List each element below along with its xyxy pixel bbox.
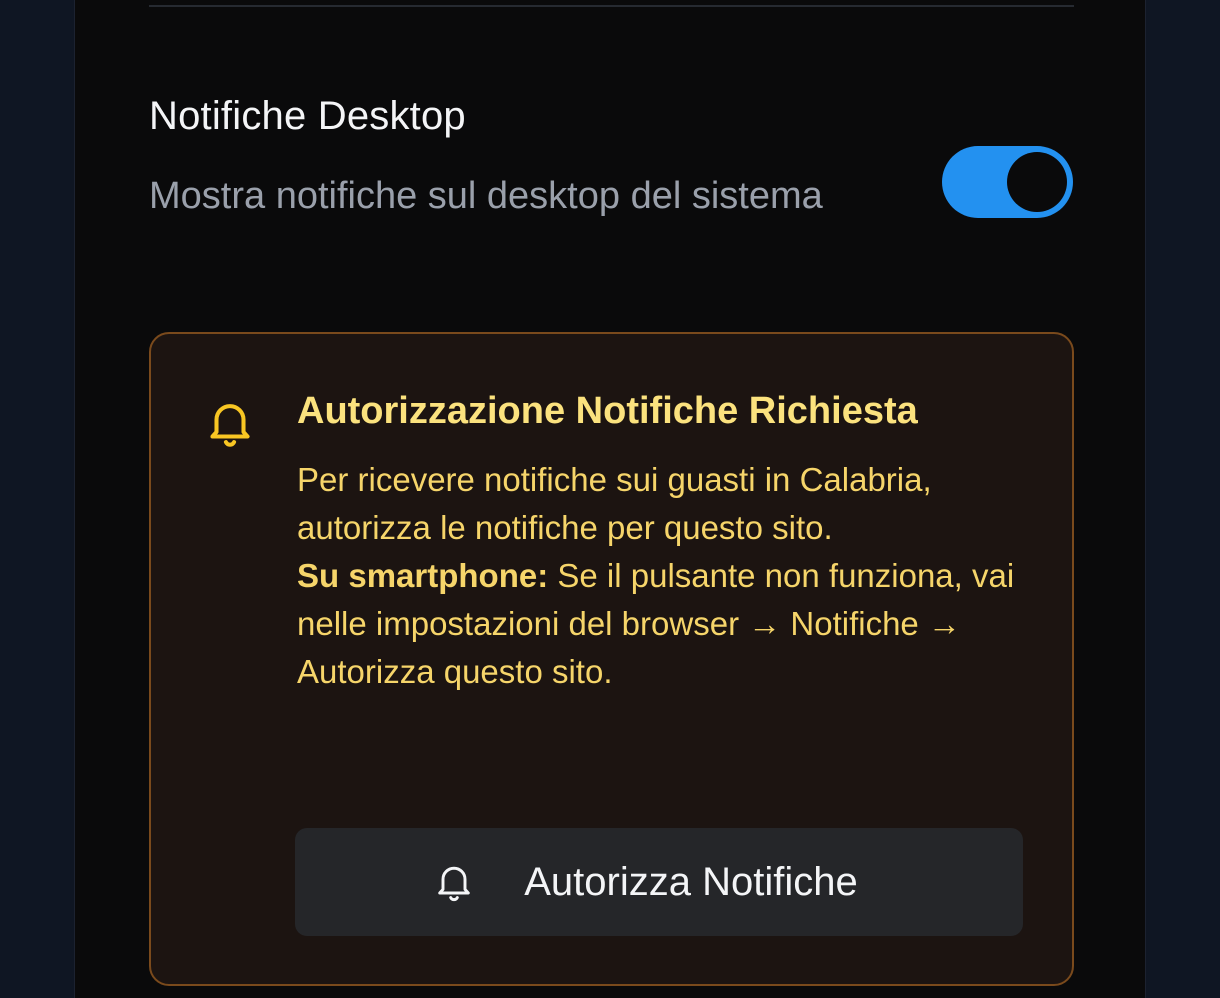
alert-body: Per ricevere notifiche sui guasti in Cal…: [297, 456, 1037, 696]
settings-panel: Notifiche Desktop Mostra notifiche sul d…: [74, 0, 1146, 998]
authorize-notifications-button[interactable]: Autorizza Notifiche: [295, 828, 1023, 936]
smartphone-label: Su smartphone:: [297, 557, 549, 594]
toggle-knob: [1007, 152, 1067, 212]
setting-description: Mostra notifiche sul desktop del sistema: [149, 175, 823, 217]
alert-title: Autorizzazione Notifiche Richiesta: [297, 390, 918, 432]
bell-icon: [210, 404, 250, 447]
alert-smartphone-paragraph: Su smartphone: Se il pulsante non funzio…: [297, 552, 1037, 696]
alert-paragraph: Per ricevere notifiche sui guasti in Cal…: [297, 461, 932, 546]
desktop-notifications-toggle[interactable]: [942, 146, 1073, 218]
section-divider: [149, 5, 1074, 7]
authorize-button-label: Autorizza Notifiche: [524, 859, 858, 904]
permission-alert: Autorizzazione Notifiche Richiesta Per r…: [149, 332, 1074, 986]
bell-icon: [438, 866, 471, 902]
setting-title: Notifiche Desktop: [149, 94, 466, 138]
